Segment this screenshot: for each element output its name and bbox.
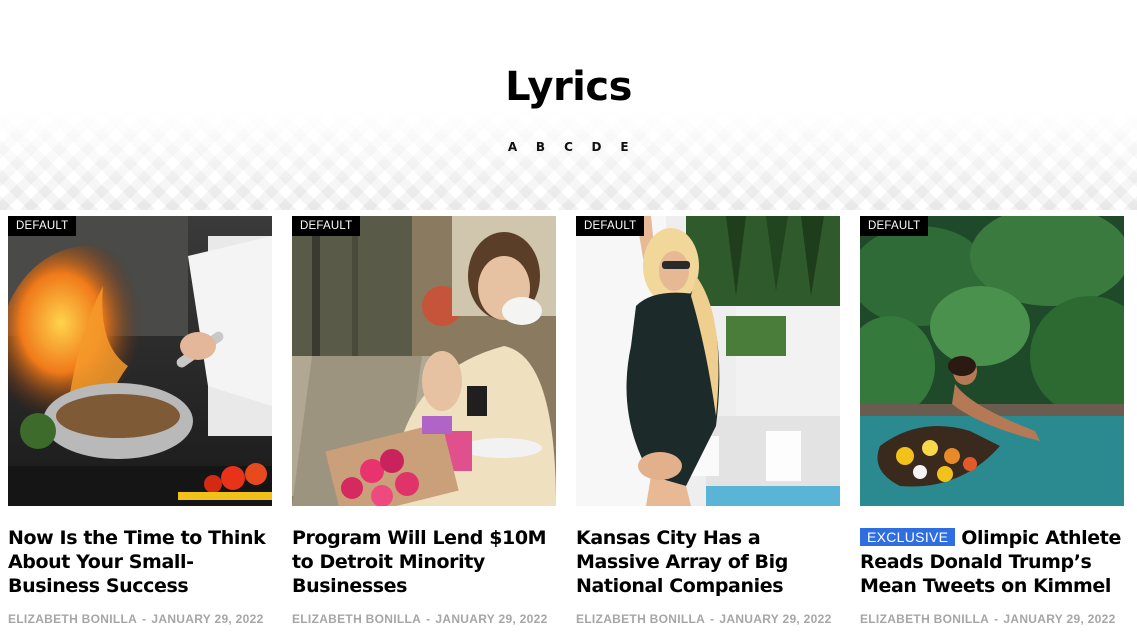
post-date: JANUARY 29, 2022 bbox=[151, 612, 264, 626]
post-title[interactable]: Kansas City Has a Massive Array of Big N… bbox=[576, 526, 840, 598]
meta-separator: - bbox=[142, 612, 147, 626]
page-header: Lyrics A B C D E bbox=[0, 0, 1137, 210]
woman-coffee-image bbox=[292, 216, 556, 506]
post-grid: DEFAULT Now Is the Time to Think About Y… bbox=[8, 216, 1124, 626]
exclusive-badge[interactable]: EXCLUSIVE bbox=[860, 528, 956, 546]
author-link[interactable]: ELIZABETH BONILLA bbox=[292, 612, 421, 626]
meta-separator: - bbox=[710, 612, 715, 626]
post-thumbnail[interactable]: DEFAULT bbox=[292, 216, 556, 506]
category-badge[interactable]: DEFAULT bbox=[860, 216, 929, 236]
post-title[interactable]: Now Is the Time to Think About Your Smal… bbox=[8, 526, 272, 598]
post-date: JANUARY 29, 2022 bbox=[719, 612, 832, 626]
post-thumbnail[interactable]: DEFAULT bbox=[8, 216, 272, 506]
page-title: Lyrics bbox=[505, 64, 632, 110]
post-meta: ELIZABETH BONILLA - JANUARY 29, 2022 bbox=[8, 612, 272, 626]
letter-link-e[interactable]: E bbox=[619, 140, 631, 154]
post-card: DEFAULT Kansas City Has a Massive Array … bbox=[576, 216, 840, 626]
post-thumbnail[interactable]: DEFAULT bbox=[576, 216, 840, 506]
post-title-text[interactable]: Program Will Lend $10M to Detroit Minori… bbox=[292, 527, 547, 597]
post-thumbnail[interactable]: DEFAULT bbox=[860, 216, 1124, 506]
post-title[interactable]: EXCLUSIVE Olimpic Athlete Reads Donald Tr… bbox=[860, 526, 1124, 598]
pool-breakfast-image bbox=[860, 216, 1124, 506]
letter-filter-nav: A B C D E bbox=[0, 140, 1137, 154]
meta-separator: - bbox=[426, 612, 431, 626]
post-meta: ELIZABETH BONILLA - JANUARY 29, 2022 bbox=[860, 612, 1124, 626]
post-title[interactable]: Program Will Lend $10M to Detroit Minori… bbox=[292, 526, 556, 598]
category-badge[interactable]: DEFAULT bbox=[8, 216, 77, 236]
category-badge[interactable]: DEFAULT bbox=[576, 216, 645, 236]
post-title-text[interactable]: Kansas City Has a Massive Array of Big N… bbox=[576, 527, 788, 597]
post-date: JANUARY 29, 2022 bbox=[1003, 612, 1116, 626]
post-card: DEFAULT EXCLUSIVE Olimpic Athlete Reads D… bbox=[860, 216, 1124, 626]
post-card: DEFAULT Program Will Lend $10M to Detroi… bbox=[292, 216, 556, 626]
author-link[interactable]: ELIZABETH BONILLA bbox=[860, 612, 989, 626]
post-card: DEFAULT Now Is the Time to Think About Y… bbox=[8, 216, 272, 626]
post-title-text[interactable]: Now Is the Time to Think About Your Smal… bbox=[8, 527, 266, 597]
post-meta: ELIZABETH BONILLA - JANUARY 29, 2022 bbox=[292, 612, 556, 626]
author-link[interactable]: ELIZABETH BONILLA bbox=[8, 612, 137, 626]
letter-link-a[interactable]: A bbox=[507, 140, 519, 154]
letter-link-d[interactable]: D bbox=[591, 140, 603, 154]
chef-flambe-image bbox=[8, 216, 272, 506]
post-date: JANUARY 29, 2022 bbox=[435, 612, 548, 626]
swimsuit-pool-image bbox=[576, 216, 840, 506]
letter-link-b[interactable]: B bbox=[535, 140, 547, 154]
letter-link-c[interactable]: C bbox=[563, 140, 575, 154]
post-meta: ELIZABETH BONILLA - JANUARY 29, 2022 bbox=[576, 612, 840, 626]
author-link[interactable]: ELIZABETH BONILLA bbox=[576, 612, 705, 626]
meta-separator: - bbox=[994, 612, 999, 626]
category-badge[interactable]: DEFAULT bbox=[292, 216, 361, 236]
